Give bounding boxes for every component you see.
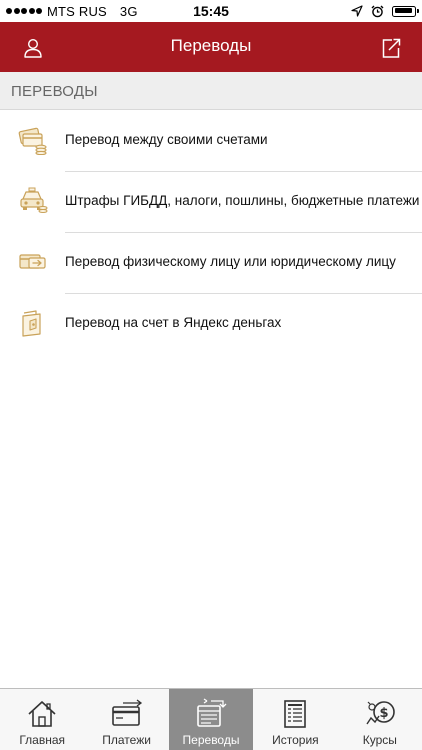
tab-label: Переводы	[182, 733, 240, 747]
transfer-item-label: Перевод между своими счетами	[65, 132, 268, 147]
transfers-icon	[197, 698, 227, 727]
status-right	[351, 3, 419, 19]
history-icon	[284, 700, 307, 728]
tab-history[interactable]: История	[253, 689, 337, 750]
yandex-wallet-icon	[22, 310, 41, 337]
payments-icon	[111, 699, 142, 726]
transfer-item-yandex-money[interactable]: Перевод на счет в Яндекс деньгах	[0, 293, 422, 354]
tab-bar: Главная Платежи Переводы История $ Курсы	[0, 688, 422, 750]
location-icon	[351, 5, 363, 17]
transfers-list: Перевод между своими счетами Штрафы ГИБД…	[0, 110, 422, 354]
transfer-item-own-accounts[interactable]: Перевод между своими счетами	[0, 110, 422, 171]
transfer-item-label: Перевод физическому лицу или юридическом…	[65, 254, 396, 269]
tab-rates[interactable]: $ Курсы	[338, 689, 422, 750]
transfers-screen: MTS RUS 3G 15:45 Переводы ПЕРЕВОДЫ Перев…	[0, 0, 422, 750]
transfer-item-fines-taxes[interactable]: Штрафы ГИБДД, налоги, пошлины, бюджетные…	[0, 171, 422, 232]
transfer-item-label: Штрафы ГИБДД, налоги, пошлины, бюджетные…	[65, 193, 420, 208]
section-title: ПЕРЕВОДЫ	[11, 83, 98, 100]
transfer-item-person-company[interactable]: Перевод физическому лицу или юридическом…	[0, 232, 422, 293]
tab-home[interactable]: Главная	[0, 689, 84, 750]
tab-transfers[interactable]: Переводы	[168, 689, 254, 750]
section-header: ПЕРЕВОДЫ	[0, 72, 422, 110]
taxi-fines-icon	[20, 187, 48, 213]
currency-rates-icon: $	[366, 701, 395, 725]
tab-label: История	[272, 733, 319, 747]
logout-icon[interactable]	[380, 37, 402, 59]
nav-bar: Переводы	[0, 22, 422, 72]
tab-label: Платежи	[102, 733, 151, 747]
home-icon	[28, 701, 56, 727]
alarm-icon	[371, 5, 384, 17]
tab-payments[interactable]: Платежи	[84, 689, 168, 750]
status-bar: MTS RUS 3G 15:45	[0, 0, 422, 22]
own-accounts-transfer-icon	[18, 127, 47, 155]
card-transfer-icon	[19, 254, 46, 269]
tab-label: Главная	[19, 733, 66, 747]
svg-text:$: $	[379, 706, 388, 721]
transfer-item-label: Перевод на счет в Яндекс деньгах	[65, 315, 282, 330]
page-title: Переводы	[170, 36, 252, 55]
tab-label: Курсы	[362, 733, 397, 747]
battery-icon	[392, 5, 419, 17]
